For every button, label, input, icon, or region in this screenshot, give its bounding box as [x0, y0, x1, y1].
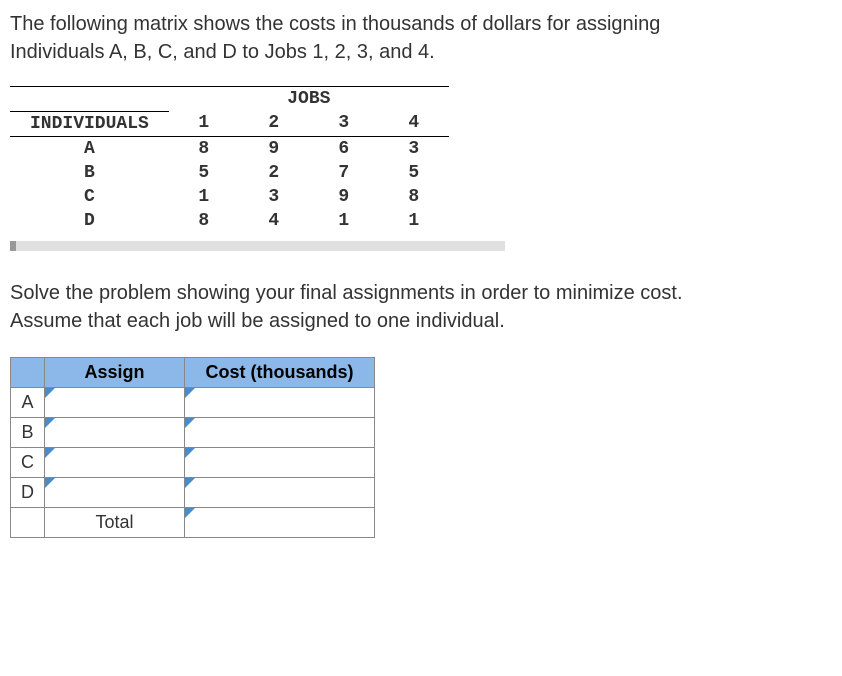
jobs-label: JOBS — [169, 87, 449, 112]
problem-line-2: Individuals A, B, C, and D to Jobs 1, 2,… — [10, 41, 435, 63]
assign-header: Assign — [45, 357, 185, 387]
instruction-text: Solve the problem showing your final ass… — [10, 279, 832, 335]
job-header-2: 2 — [239, 111, 309, 136]
cell-a-1: 8 — [169, 136, 239, 161]
cell-c-4: 8 — [379, 185, 449, 209]
cell-a-4: 3 — [379, 136, 449, 161]
cost-input-d[interactable] — [185, 477, 375, 507]
blank-header — [11, 357, 45, 387]
answer-row-d-label: D — [11, 477, 45, 507]
answer-table: Assign Cost (thousands) A B C D Total — [10, 357, 375, 538]
assign-input-a[interactable] — [45, 387, 185, 417]
cell-d-4: 1 — [379, 209, 449, 233]
individuals-label: INDIVIDUALS — [10, 111, 169, 136]
instruction-line-1: Solve the problem showing your final ass… — [10, 282, 683, 304]
assign-input-d[interactable] — [45, 477, 185, 507]
total-row-blank — [11, 507, 45, 537]
instruction-line-2: Assume that each job will be assigned to… — [10, 310, 505, 332]
assign-input-b[interactable] — [45, 417, 185, 447]
job-header-1: 1 — [169, 111, 239, 136]
problem-statement: The following matrix shows the costs in … — [10, 10, 832, 66]
cost-matrix-table: JOBS INDIVIDUALS 1 2 3 4 A 8 9 6 3 B 5 2… — [10, 86, 449, 233]
answer-row-a-label: A — [11, 387, 45, 417]
cell-b-3: 7 — [309, 161, 379, 185]
cell-a-2: 9 — [239, 136, 309, 161]
total-label: Total — [45, 507, 185, 537]
cell-a-3: 6 — [309, 136, 379, 161]
job-header-4: 4 — [379, 111, 449, 136]
answer-row-b-label: B — [11, 417, 45, 447]
row-label-b: B — [10, 161, 169, 185]
cell-d-1: 8 — [169, 209, 239, 233]
scroll-bar[interactable] — [10, 241, 505, 251]
row-label-d: D — [10, 209, 169, 233]
cell-b-4: 5 — [379, 161, 449, 185]
cell-c-3: 9 — [309, 185, 379, 209]
cost-input-a[interactable] — [185, 387, 375, 417]
cell-d-2: 4 — [239, 209, 309, 233]
cell-c-2: 3 — [239, 185, 309, 209]
cost-matrix-container: JOBS INDIVIDUALS 1 2 3 4 A 8 9 6 3 B 5 2… — [10, 86, 832, 233]
cost-header: Cost (thousands) — [185, 357, 375, 387]
cell-c-1: 1 — [169, 185, 239, 209]
problem-line-1: The following matrix shows the costs in … — [10, 13, 660, 35]
cell-b-2: 2 — [239, 161, 309, 185]
row-label-a: A — [10, 136, 169, 161]
cell-d-3: 1 — [309, 209, 379, 233]
assign-input-c[interactable] — [45, 447, 185, 477]
cell-b-1: 5 — [169, 161, 239, 185]
cost-input-c[interactable] — [185, 447, 375, 477]
row-label-c: C — [10, 185, 169, 209]
cost-input-b[interactable] — [185, 417, 375, 447]
answer-row-c-label: C — [11, 447, 45, 477]
total-cost-input[interactable] — [185, 507, 375, 537]
job-header-3: 3 — [309, 111, 379, 136]
scroll-thumb[interactable] — [10, 241, 16, 251]
